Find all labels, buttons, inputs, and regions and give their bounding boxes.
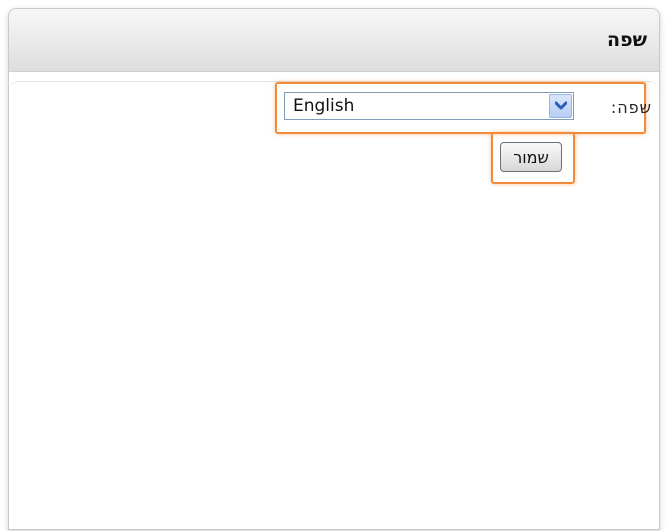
panel-title: שפה bbox=[607, 29, 647, 51]
panel-header: שפה bbox=[9, 9, 659, 72]
language-select-value: English bbox=[293, 96, 355, 116]
language-label: שפה: bbox=[610, 98, 652, 117]
chevron-down-icon bbox=[555, 101, 567, 110]
dropdown-button[interactable] bbox=[549, 94, 572, 118]
language-select[interactable]: English bbox=[284, 92, 574, 120]
save-button[interactable]: שמור bbox=[500, 142, 562, 172]
